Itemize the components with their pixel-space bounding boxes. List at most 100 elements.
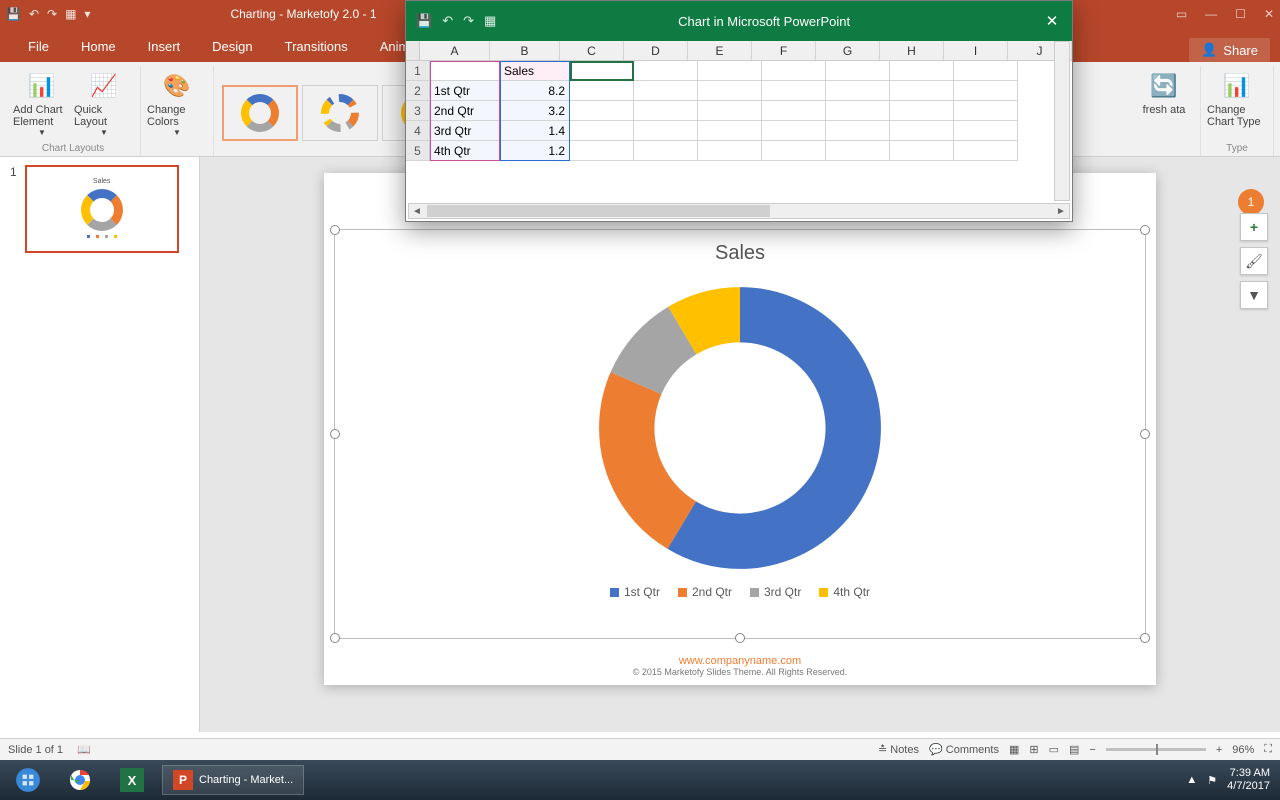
cell-e3[interactable] bbox=[698, 101, 762, 121]
slideshow-icon[interactable]: ▦ bbox=[65, 7, 76, 21]
cell-a2[interactable]: 1st Qtr bbox=[430, 81, 500, 101]
tray-flag-icon[interactable]: ⚑ bbox=[1207, 774, 1217, 787]
col-header-f[interactable]: F bbox=[752, 41, 816, 60]
cell-f3[interactable] bbox=[762, 101, 826, 121]
excel-save-icon[interactable]: 💾 bbox=[416, 13, 432, 29]
cell-i3[interactable] bbox=[954, 101, 1018, 121]
tab-home[interactable]: Home bbox=[65, 31, 132, 62]
refresh-data-button[interactable]: 🔄 fresh ata bbox=[1134, 66, 1194, 142]
zoom-out-icon[interactable]: − bbox=[1089, 744, 1095, 756]
cell-i4[interactable] bbox=[954, 121, 1018, 141]
sheet-vscroll[interactable] bbox=[1054, 41, 1070, 201]
spreadsheet-grid[interactable]: 1 Sales 2 1st Qtr 8.2 3 2nd Qtr 3.2 4 3r… bbox=[406, 61, 1072, 161]
cell-h5[interactable] bbox=[890, 141, 954, 161]
row-header-4[interactable]: 4 bbox=[406, 121, 430, 141]
view-slideshow-icon[interactable]: ▤ bbox=[1069, 743, 1079, 756]
tab-design[interactable]: Design bbox=[196, 31, 268, 62]
taskbar-chrome[interactable] bbox=[58, 764, 102, 796]
fit-window-icon[interactable]: ⛶ bbox=[1264, 743, 1272, 756]
cell-i1[interactable] bbox=[954, 61, 1018, 81]
cell-c4[interactable] bbox=[570, 121, 634, 141]
cell-f1[interactable] bbox=[762, 61, 826, 81]
add-chart-element-button[interactable]: 📊 Add Chart Element ▼ bbox=[12, 66, 72, 142]
hscroll-left[interactable]: ◄ bbox=[409, 206, 425, 217]
col-header-c[interactable]: C bbox=[560, 41, 624, 60]
cell-g5[interactable] bbox=[826, 141, 890, 161]
cell-d5[interactable] bbox=[634, 141, 698, 161]
redo-icon[interactable]: ↷ bbox=[47, 7, 57, 21]
zoom-slider[interactable] bbox=[1106, 748, 1206, 751]
cell-h3[interactable] bbox=[890, 101, 954, 121]
qat-more-icon[interactable]: ▾ bbox=[84, 7, 90, 21]
footer-link[interactable]: www.companyname.com bbox=[324, 655, 1156, 667]
maximize-icon[interactable]: ☐ bbox=[1235, 7, 1246, 21]
legend-item-1[interactable]: 1st Qtr bbox=[610, 585, 660, 599]
resize-handle-e[interactable] bbox=[1140, 429, 1150, 439]
col-header-b[interactable]: B bbox=[490, 41, 560, 60]
col-header-g[interactable]: G bbox=[816, 41, 880, 60]
cell-e5[interactable] bbox=[698, 141, 762, 161]
slide-canvas-area[interactable]: 1 Sales bbox=[200, 157, 1280, 732]
view-normal-icon[interactable]: ▦ bbox=[1009, 743, 1019, 756]
taskbar-powerpoint-window[interactable]: P Charting - Market... bbox=[162, 765, 304, 795]
resize-handle-sw[interactable] bbox=[330, 633, 340, 643]
col-header-e[interactable]: E bbox=[688, 41, 752, 60]
excel-options-icon[interactable]: ▦ bbox=[484, 13, 496, 29]
resize-handle-s[interactable] bbox=[735, 633, 745, 643]
quick-layout-button[interactable]: 📈 Quick Layout ▼ bbox=[74, 66, 134, 142]
cell-e2[interactable] bbox=[698, 81, 762, 101]
col-header-a[interactable]: A bbox=[420, 41, 490, 60]
cell-d4[interactable] bbox=[634, 121, 698, 141]
tray-up-icon[interactable]: ▲ bbox=[1186, 774, 1197, 786]
col-header-h[interactable]: H bbox=[880, 41, 944, 60]
cell-f2[interactable] bbox=[762, 81, 826, 101]
cell-b2[interactable]: 8.2 bbox=[500, 81, 570, 101]
cell-b1[interactable]: Sales bbox=[500, 61, 570, 81]
cell-a3[interactable]: 2nd Qtr bbox=[430, 101, 500, 121]
cell-g3[interactable] bbox=[826, 101, 890, 121]
cell-g4[interactable] bbox=[826, 121, 890, 141]
cell-b5[interactable]: 1.2 bbox=[500, 141, 570, 161]
select-all-corner[interactable] bbox=[406, 41, 420, 60]
view-reading-icon[interactable]: ▭ bbox=[1049, 743, 1059, 756]
cell-e4[interactable] bbox=[698, 121, 762, 141]
notes-toggle[interactable]: ≛ Notes bbox=[878, 743, 919, 756]
resize-handle-ne[interactable] bbox=[1140, 225, 1150, 235]
save-icon[interactable]: 💾 bbox=[6, 7, 21, 21]
cell-f4[interactable] bbox=[762, 121, 826, 141]
zoom-in-icon[interactable]: + bbox=[1216, 744, 1222, 756]
taskbar-excel[interactable]: X bbox=[110, 764, 154, 796]
cell-a5[interactable]: 4th Qtr bbox=[430, 141, 500, 161]
slide-thumbnail-pane[interactable]: 1 Sales bbox=[0, 157, 200, 732]
tab-transitions[interactable]: Transitions bbox=[269, 31, 364, 62]
tab-file[interactable]: File bbox=[12, 31, 65, 62]
resize-handle-nw[interactable] bbox=[330, 225, 340, 235]
legend-item-2[interactable]: 2nd Qtr bbox=[678, 585, 732, 599]
change-colors-button[interactable]: 🎨 Change Colors ▼ bbox=[147, 66, 207, 142]
cell-e1[interactable] bbox=[698, 61, 762, 81]
cell-c3[interactable] bbox=[570, 101, 634, 121]
chart-filters-button[interactable]: ▼ bbox=[1240, 281, 1268, 309]
chart-title[interactable]: Sales bbox=[335, 230, 1145, 265]
cell-f5[interactable] bbox=[762, 141, 826, 161]
spellcheck-icon[interactable]: 📖 bbox=[77, 743, 91, 756]
cell-g2[interactable] bbox=[826, 81, 890, 101]
donut-chart[interactable] bbox=[589, 277, 891, 579]
cell-d1[interactable] bbox=[634, 61, 698, 81]
zoom-value[interactable]: 96% bbox=[1232, 744, 1254, 756]
chart-style-1[interactable] bbox=[222, 85, 298, 141]
row-header-3[interactable]: 3 bbox=[406, 101, 430, 121]
chart-legend[interactable]: 1st Qtr 2nd Qtr 3rd Qtr 4th Qtr bbox=[335, 585, 1145, 599]
undo-icon[interactable]: ↶ bbox=[29, 7, 39, 21]
sheet-hscroll[interactable]: ◄ ► bbox=[408, 203, 1070, 219]
share-button[interactable]: 👤 Share bbox=[1189, 38, 1270, 62]
cell-b3[interactable]: 3.2 bbox=[500, 101, 570, 121]
legend-item-4[interactable]: 4th Qtr bbox=[819, 585, 870, 599]
cell-h4[interactable] bbox=[890, 121, 954, 141]
hscroll-thumb[interactable] bbox=[427, 205, 770, 217]
chart-style-2[interactable] bbox=[302, 85, 378, 141]
comment-badge[interactable]: 1 bbox=[1238, 189, 1264, 215]
comments-toggle[interactable]: 💬 Comments bbox=[929, 743, 999, 756]
col-header-d[interactable]: D bbox=[624, 41, 688, 60]
chart-styles-button[interactable]: 🖌 bbox=[1240, 247, 1268, 275]
